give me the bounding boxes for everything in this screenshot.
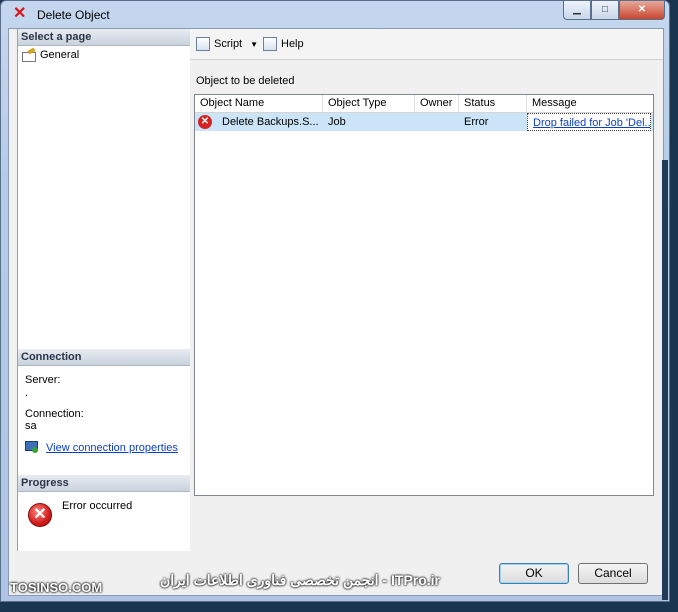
progress-header: Progress	[18, 475, 190, 492]
page-item-general[interactable]: General	[22, 47, 79, 63]
help-button[interactable]: Help	[263, 37, 304, 51]
column-header-status[interactable]: Status	[459, 95, 527, 112]
select-page-header: Select a page	[18, 29, 190, 46]
dialog-client-area: Select a page General Connection Server:…	[8, 28, 664, 596]
delete-object-window: ✕ Delete Object ▁ □ ✕ Select a page Gene…	[0, 0, 670, 602]
column-header-object-name[interactable]: Object Name	[195, 95, 323, 112]
cancel-button[interactable]: Cancel	[578, 563, 648, 584]
message-link[interactable]: Drop failed for Job 'Del...	[533, 117, 650, 129]
view-connection-properties-link[interactable]: View connection properties	[25, 441, 178, 454]
general-page-icon	[22, 47, 36, 62]
title-bar[interactable]: ✕ Delete Object ▁ □ ✕	[1, 1, 669, 29]
cell-object-name: Delete Backups.S...	[222, 116, 319, 128]
table-row[interactable]: ✕ Delete Backups.S... Job Error Drop fai…	[195, 113, 653, 131]
script-dropdown-arrow-icon[interactable]: ▼	[250, 40, 258, 49]
red-x-icon: ✕	[13, 5, 27, 22]
server-label: Server:	[25, 374, 61, 386]
cell-object-type: Job	[328, 116, 346, 128]
column-header-owner[interactable]: Owner	[415, 95, 459, 112]
error-icon: ✕	[28, 503, 52, 527]
column-header-object-type[interactable]: Object Type	[323, 95, 415, 112]
maximize-button[interactable]: □	[591, 1, 619, 20]
object-to-delete-label: Object to be deleted	[196, 75, 295, 87]
script-icon	[196, 37, 210, 51]
connection-label: Connection:	[25, 408, 84, 420]
ok-button[interactable]: OK	[499, 563, 569, 584]
column-header-message[interactable]: Message	[527, 95, 653, 112]
watermark-center: ITPro.ir - انجمن تخصصی فناوری اطلاعات ای…	[160, 572, 441, 588]
connection-header: Connection	[18, 349, 190, 366]
left-pane: Select a page General Connection Server:…	[17, 29, 191, 551]
objects-grid[interactable]: Object Name Object Type Owner Status Mes…	[194, 94, 654, 496]
view-connection-properties-label[interactable]: View connection properties	[46, 442, 178, 454]
minimize-button[interactable]: ▁	[563, 1, 591, 20]
script-button[interactable]: Script ▼	[196, 37, 258, 51]
window-title: Delete Object	[37, 8, 110, 22]
cell-message-link[interactable]: Drop failed for Job 'Del...	[527, 113, 651, 131]
grid-header: Object Name Object Type Owner Status Mes…	[195, 95, 653, 113]
server-value: .	[25, 387, 29, 399]
close-button[interactable]: ✕	[619, 1, 665, 20]
row-error-icon: ✕	[198, 115, 212, 129]
help-label: Help	[281, 38, 304, 50]
cell-status: Error	[464, 116, 489, 128]
right-pane: Script ▼ Help Object to be deleted Objec…	[190, 29, 663, 551]
help-icon	[263, 37, 277, 51]
background-edge	[662, 160, 668, 600]
progress-status: Error occurred	[62, 500, 133, 512]
window-controls: ▁ □ ✕	[563, 1, 665, 20]
cell-owner	[415, 113, 459, 131]
script-label: Script	[214, 38, 243, 50]
connection-properties-icon	[25, 441, 40, 454]
toolbar: Script ▼ Help	[190, 29, 663, 60]
watermark-left: TOSINSO.COM	[10, 580, 103, 595]
connection-value: sa	[25, 420, 37, 432]
page-item-label: General	[40, 49, 80, 61]
